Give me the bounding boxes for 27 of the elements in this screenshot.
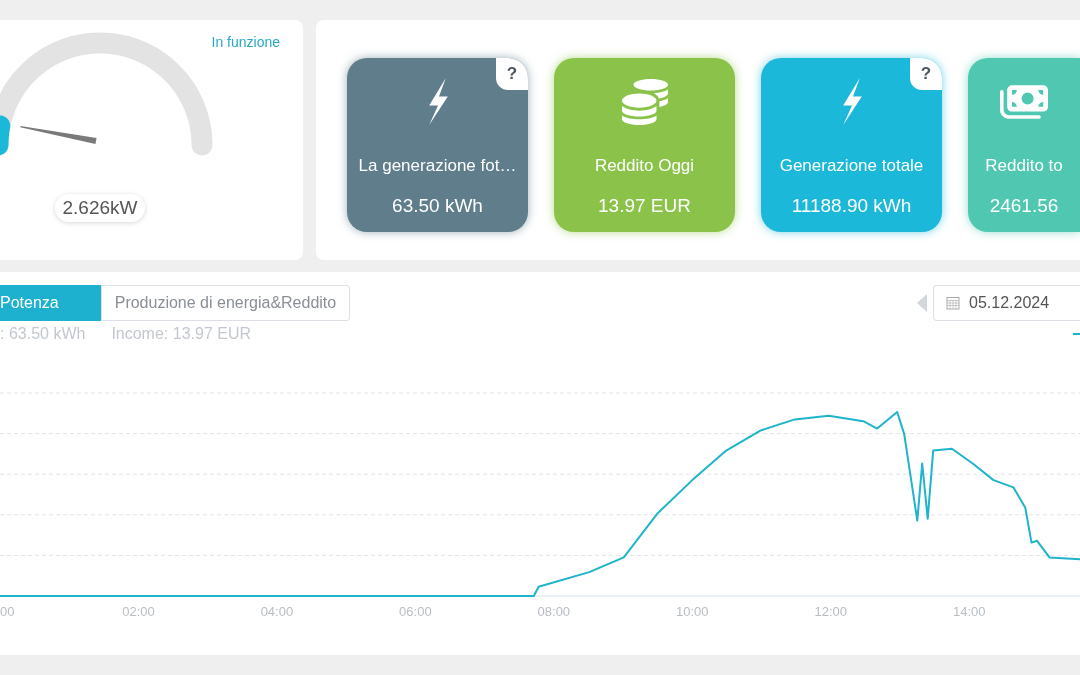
x-tick-label: 00: [0, 603, 15, 619]
coins-icon: [621, 78, 668, 125]
x-tick-label: 08:00: [537, 603, 571, 619]
tile-label: Generazione totale: [779, 156, 924, 176]
x-tick-label: 02:00: [122, 603, 155, 619]
tile-value: 13.97 EUR: [598, 195, 691, 217]
tile-label: Reddito to: [985, 156, 1063, 176]
tile-value: 2461.56: [989, 195, 1059, 217]
help-badge[interactable]: ?: [496, 58, 528, 90]
tile-label: Reddito Oggi: [594, 156, 695, 176]
date-field[interactable]: 05.12.2024: [933, 285, 1080, 321]
x-tick-label: 04:00: [260, 603, 294, 619]
summary-text: : 63.50 kWh: [0, 325, 86, 343]
x-tick-label: 10:00: [676, 603, 709, 619]
power-reading: 2.626kW: [54, 194, 146, 222]
calendar-icon: [946, 296, 960, 310]
tile-value: 11188.90 kWh: [791, 195, 912, 217]
legend-line-icon: [1073, 333, 1080, 335]
x-tick-label: 06:00: [399, 603, 432, 619]
x-tick-label: 14:00: [952, 603, 986, 619]
summary-text: Income: 13.97 EUR: [111, 325, 251, 343]
caret-left-icon[interactable]: [917, 294, 927, 312]
status-text: In funzione: [211, 34, 280, 50]
x-tick-label: 12:00: [814, 603, 848, 619]
tile-label: La generazione fot…: [358, 156, 517, 176]
tile-value: 63.50 kWh: [392, 195, 483, 217]
help-badge[interactable]: ?: [910, 58, 942, 90]
